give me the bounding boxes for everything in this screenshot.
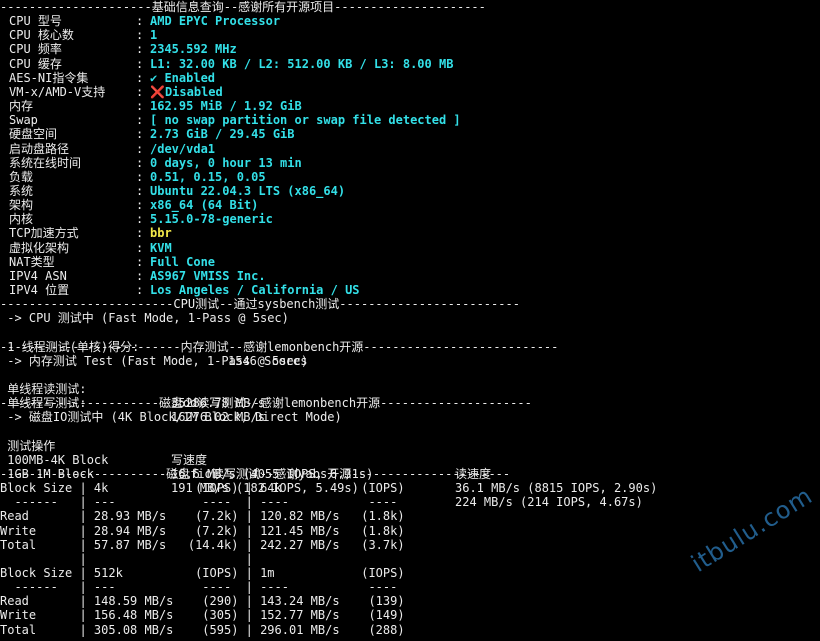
info-separator: : [136, 283, 144, 297]
info-separator: : [136, 127, 144, 142]
watermark: itbulu.com [686, 481, 818, 578]
section-header-mem-test: -------------------------内存测试--感谢lemonbe… [0, 339, 559, 354]
info-value: 1 [150, 28, 158, 43]
cpu-test-mode: -> CPU 测试中 (Fast Mode, 1-Pass @ 5sec) [0, 311, 289, 326]
section-header-dd-test: ----------------------磁盘dd读写测试--感谢lemonb… [0, 396, 532, 411]
dd-read: 36.1 MB/s (8815 IOPS, 2.90s) [455, 481, 658, 496]
info-label: CPU 核心数 [9, 28, 74, 43]
info-label: Swap [9, 113, 38, 128]
info-label: IPV4 位置 [9, 283, 70, 297]
info-value: 0.51, 0.15, 0.05 [150, 169, 266, 184]
dd-read: 224 MB/s (214 IOPS, 4.67s) [455, 495, 643, 510]
info-value: x86_64 (64 Bit) [150, 198, 259, 213]
info-separator: : [136, 42, 144, 57]
info-label: 虚拟化架构 [9, 240, 70, 255]
table-row: 100MB-4K Block 16.6 MB/s (4055 IOPS, 6.3… [0, 439, 657, 495]
table-row: Total | 305.08 MB/s (595) | 296.01 MB/s … [0, 622, 405, 637]
info-value: 2345.592 MHz [150, 42, 237, 57]
info-label: AES-NI指令集 [9, 70, 89, 85]
info-value: KVM [150, 240, 172, 255]
info-value: ❌Disabled [150, 84, 223, 99]
dd-test-mode: -> 磁盘IO测试中 (4K Block/1M Block, Direct Mo… [0, 410, 342, 425]
mem-read-row: 单线程读测试: 35286.78 MB/s [0, 368, 265, 410]
info-value: Full Cone [150, 254, 216, 269]
cpu-test-score-row: 1 线程测试(单核)得分: 1546 Scores [0, 326, 307, 368]
info-value: 0 days, 0 hour 13 min [150, 155, 302, 170]
info-value: bbr [150, 226, 172, 241]
info-separator: : [136, 99, 144, 114]
info-label: VM-x/AMD-V支持 [9, 84, 106, 99]
section-header-fio-test: -----------------------磁盘fio读写测试--感谢yabs… [0, 467, 511, 481]
table-row: ------ | --- ---- | ---- ---- [0, 495, 405, 510]
info-value: AMD EPYC Processor [150, 14, 281, 29]
info-value: ✔ Enabled [150, 70, 216, 85]
info-value: 5.15.0-78-generic [150, 212, 273, 227]
table-row: Write | 28.94 MB/s (7.2k) | 121.45 MB/s … [0, 523, 405, 538]
info-label: NAT类型 [9, 254, 55, 269]
table-row: Read | 148.59 MB/s (290) | 143.24 MB/s (… [0, 594, 405, 609]
info-label: 硬盘空间 [9, 127, 58, 142]
info-separator: : [136, 56, 144, 71]
info-separator: : [136, 14, 144, 29]
info-label: TCP加速方式 [9, 226, 79, 241]
info-label: CPU 频率 [9, 42, 62, 57]
info-value: [ no swap partition or swap file detecte… [150, 113, 461, 128]
info-value: L1: 32.00 KB / L2: 512.00 KB / L3: 8.00 … [150, 56, 454, 71]
info-label: 系统 [9, 183, 34, 198]
info-separator: : [136, 226, 144, 241]
info-value: Los Angeles / California / US [150, 283, 360, 297]
table-row: ------ | --- ---- | ---- ---- [0, 580, 405, 595]
info-separator: : [136, 169, 144, 184]
info-separator: : [136, 70, 144, 85]
table-row: Read | 28.93 MB/s (7.2k) | 120.82 MB/s (… [0, 509, 405, 524]
info-label: 内核 [9, 212, 34, 227]
dd-header-write: 写速度 [171, 452, 208, 467]
info-label: 架构 [9, 198, 34, 213]
info-label: 内存 [9, 99, 34, 114]
info-separator: : [136, 268, 144, 283]
info-label: 系统在线时间 [9, 155, 82, 170]
info-label: 负载 [9, 169, 34, 184]
info-value: 2.73 GiB / 29.45 GiB [150, 127, 295, 142]
info-separator: : [136, 212, 144, 227]
info-separator: : [136, 183, 144, 198]
info-value: Ubuntu 22.04.3 LTS (x86_64) [150, 183, 346, 198]
info-separator: : [136, 28, 144, 43]
section-header-basic-info: ---------------------基础信息查询--感谢所有开源项目---… [0, 0, 486, 14]
info-separator: : [136, 84, 144, 99]
table-row: Block Size | 4k (IOPS) | 64k (IOPS) [0, 481, 405, 496]
info-value: 162.95 MiB / 1.92 GiB [150, 99, 302, 114]
info-separator: : [136, 113, 144, 128]
info-separator: : [136, 155, 144, 170]
info-label: 启动盘路径 [9, 141, 70, 156]
mem-test-mode: -> 内存测试 Test (Fast Mode, 1-Pass @ 5sec) [0, 353, 309, 368]
info-label: CPU 缓存 [9, 56, 62, 71]
table-row: Block Size | 512k (IOPS) | 1m (IOPS) [0, 566, 405, 580]
info-separator: : [136, 254, 144, 269]
info-value: /dev/vda1 [150, 141, 216, 156]
info-label: CPU 型号 [9, 14, 62, 29]
info-value: AS967 VMISS Inc. [150, 268, 266, 283]
terminal-window[interactable]: ---------------------基础信息查询--感谢所有开源项目---… [0, 0, 820, 641]
info-label: IPV4 ASN [9, 268, 67, 283]
dd-table-header: 测试操作 写速度 读速度 [0, 425, 491, 481]
table-row: | | [0, 551, 405, 566]
table-row: Write | 156.48 MB/s (305) | 152.77 MB/s … [0, 608, 405, 623]
section-header-cpu-test: ------------------------CPU测试--通过sysbenc… [0, 297, 520, 312]
table-row: 1GB-1M Block 191 MB/s (182 IOPS, 5.49s) … [0, 453, 643, 509]
info-separator: : [136, 141, 144, 156]
table-row: Total | 57.87 MB/s (14.4k) | 242.27 MB/s… [0, 537, 405, 552]
mem-write-row: 单线程写测试: 16276.02 MB/s [0, 382, 265, 424]
info-separator: : [136, 198, 144, 213]
info-separator: : [136, 240, 144, 255]
